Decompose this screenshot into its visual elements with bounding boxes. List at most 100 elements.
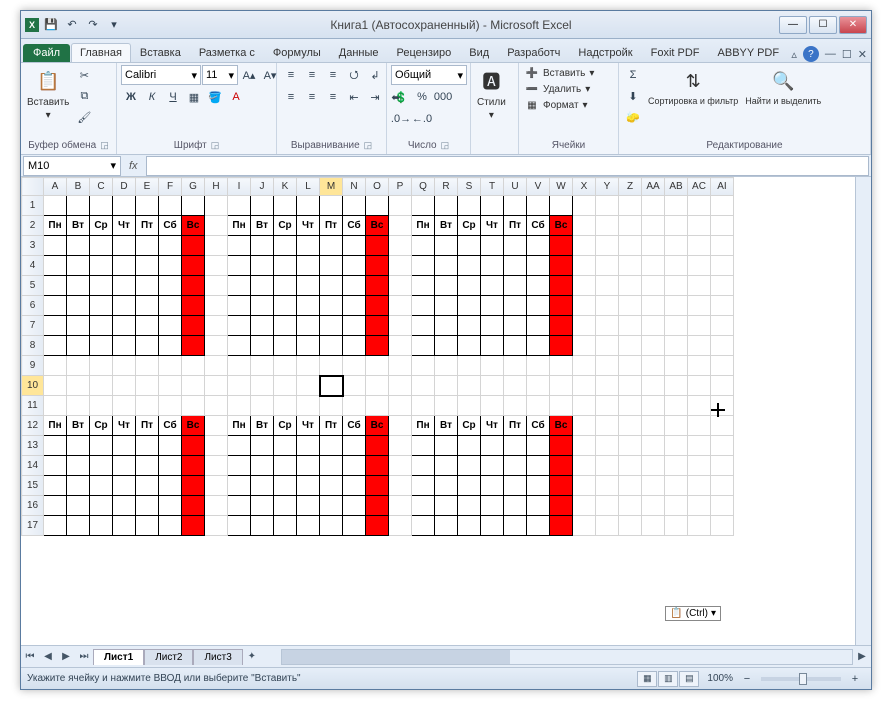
cell[interactable]: Пт — [320, 216, 343, 236]
cell[interactable] — [136, 336, 159, 356]
cell[interactable] — [688, 396, 711, 416]
cell[interactable] — [619, 356, 642, 376]
horizontal-scrollbar[interactable] — [281, 649, 853, 665]
cell[interactable] — [159, 236, 182, 256]
cell[interactable] — [320, 396, 343, 416]
cell[interactable] — [251, 336, 274, 356]
row-header[interactable]: 4 — [22, 256, 44, 276]
cell[interactable] — [274, 276, 297, 296]
cell[interactable] — [274, 476, 297, 496]
cell[interactable] — [527, 516, 550, 536]
cell[interactable] — [458, 516, 481, 536]
cell[interactable] — [44, 396, 67, 416]
cell[interactable] — [113, 276, 136, 296]
cell[interactable] — [90, 256, 113, 276]
cell[interactable] — [113, 336, 136, 356]
cell[interactable] — [274, 196, 297, 216]
copy-icon[interactable]: ⧉ — [74, 86, 94, 106]
row-header[interactable]: 14 — [22, 456, 44, 476]
cell[interactable] — [113, 436, 136, 456]
cell[interactable] — [274, 376, 297, 396]
cell[interactable] — [389, 516, 412, 536]
cell[interactable] — [412, 356, 435, 376]
cell[interactable] — [159, 196, 182, 216]
cell[interactable] — [711, 436, 734, 456]
cell[interactable] — [366, 396, 389, 416]
cell[interactable] — [435, 516, 458, 536]
cell[interactable] — [113, 476, 136, 496]
col-header[interactable]: Q — [412, 178, 435, 196]
cell[interactable] — [251, 456, 274, 476]
cell[interactable] — [688, 296, 711, 316]
cell[interactable] — [297, 296, 320, 316]
cell[interactable] — [44, 456, 67, 476]
cell[interactable] — [550, 256, 573, 276]
row-header[interactable]: 13 — [22, 436, 44, 456]
cell[interactable] — [619, 456, 642, 476]
cell[interactable] — [573, 296, 596, 316]
cell[interactable] — [297, 356, 320, 376]
cell[interactable] — [343, 276, 366, 296]
cell[interactable] — [642, 456, 665, 476]
fill-icon[interactable]: ⬇ — [623, 86, 643, 106]
cell[interactable] — [573, 416, 596, 436]
cell[interactable] — [711, 456, 734, 476]
cell[interactable] — [228, 196, 251, 216]
vertical-scrollbar[interactable] — [855, 177, 871, 645]
cell[interactable] — [136, 456, 159, 476]
cell[interactable] — [182, 356, 205, 376]
cell[interactable] — [205, 376, 228, 396]
cell[interactable]: Вс — [182, 416, 205, 436]
cell[interactable] — [182, 256, 205, 276]
font-launcher-icon[interactable]: ◲ — [211, 140, 220, 151]
cell[interactable] — [458, 336, 481, 356]
bold-button[interactable]: Ж — [121, 87, 141, 107]
cell[interactable] — [527, 476, 550, 496]
col-header[interactable]: A — [44, 178, 67, 196]
cell[interactable] — [67, 276, 90, 296]
cell[interactable]: Ср — [90, 416, 113, 436]
cell[interactable]: Пн — [228, 216, 251, 236]
cell[interactable]: Ср — [274, 216, 297, 236]
cell[interactable] — [688, 196, 711, 216]
cell[interactable] — [642, 216, 665, 236]
cell[interactable]: Пт — [320, 416, 343, 436]
cell[interactable] — [688, 416, 711, 436]
border-button[interactable]: ▦ — [184, 87, 204, 107]
page-layout-view-icon[interactable]: ▥ — [658, 671, 678, 687]
cell[interactable]: Сб — [527, 216, 550, 236]
cell[interactable] — [205, 276, 228, 296]
cell[interactable] — [228, 316, 251, 336]
col-header[interactable]: M — [320, 178, 343, 196]
cell[interactable] — [205, 316, 228, 336]
cell[interactable]: Пт — [136, 416, 159, 436]
cell[interactable] — [320, 256, 343, 276]
maximize-button[interactable]: ☐ — [809, 16, 837, 34]
formula-input[interactable] — [146, 156, 869, 176]
cell[interactable] — [182, 436, 205, 456]
cell[interactable] — [573, 316, 596, 336]
cell[interactable] — [573, 216, 596, 236]
col-header[interactable]: K — [274, 178, 297, 196]
cell[interactable] — [320, 316, 343, 336]
cell[interactable] — [251, 376, 274, 396]
cell[interactable] — [550, 376, 573, 396]
cell[interactable] — [274, 516, 297, 536]
cell[interactable] — [205, 236, 228, 256]
cell[interactable] — [67, 236, 90, 256]
cell[interactable]: Сб — [159, 416, 182, 436]
cell[interactable] — [44, 316, 67, 336]
cell[interactable] — [688, 356, 711, 376]
cell[interactable] — [573, 236, 596, 256]
cell[interactable] — [251, 316, 274, 336]
cell[interactable] — [136, 196, 159, 216]
col-header[interactable]: H — [205, 178, 228, 196]
cell[interactable] — [619, 256, 642, 276]
cell[interactable] — [44, 376, 67, 396]
cell[interactable] — [343, 516, 366, 536]
cell[interactable] — [573, 336, 596, 356]
cell[interactable] — [665, 516, 688, 536]
cell[interactable] — [458, 256, 481, 276]
cell[interactable] — [159, 336, 182, 356]
cell[interactable] — [527, 276, 550, 296]
